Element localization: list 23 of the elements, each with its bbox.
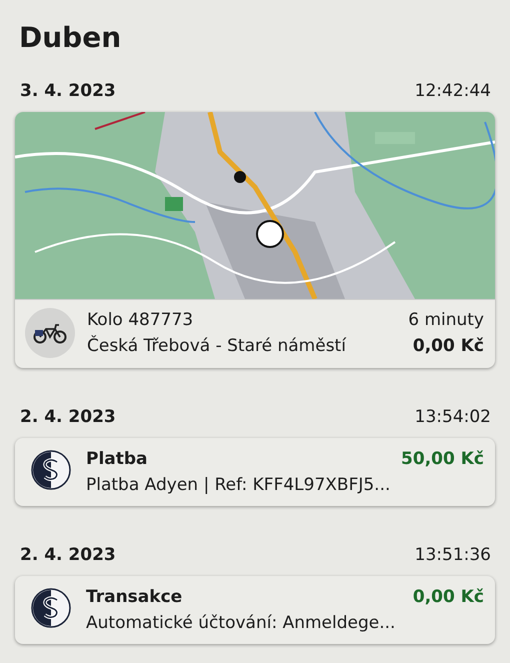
month-title: Duben: [19, 20, 122, 56]
transaction-card[interactable]: Transakce Automatické účtování: Anmeldege... 0,00 Kč: [15, 576, 495, 644]
ride-price: 0,00 Kč: [412, 335, 484, 357]
transaction-amount: 50,00 Kč: [401, 448, 484, 470]
transaction-title: Transakce: [86, 586, 184, 608]
ride-card[interactable]: Kolo 487773 Česká Třebová - Staré náměstí 6 minuty 0,00 Kč: [15, 112, 495, 368]
route-text: Česká Třebová - Staré náměstí: [87, 335, 348, 357]
transaction-card[interactable]: Platba Platba Adyen | Ref: KFF4L97XBFJ5... 50,00 Kč: [15, 438, 495, 506]
entry-date: 2. 4. 2023: [20, 544, 116, 566]
transaction-title: Platba: [86, 448, 149, 470]
entry-time: 13:54:02: [414, 406, 491, 428]
entry-time: 12:42:44: [414, 80, 491, 102]
currency-exchange-icon: [31, 588, 71, 628]
entry-date: 3. 4. 2023: [20, 80, 116, 102]
bicycle-icon: [33, 322, 67, 344]
currency-exchange-icon: [31, 450, 71, 490]
transaction-detail: Platba Adyen | Ref: KFF4L97XBFJ5...: [86, 474, 390, 496]
transaction-amount: 0,00 Kč: [412, 586, 484, 608]
ride-duration: 6 minuty: [408, 309, 484, 331]
transaction-detail: Automatické účtování: Anmeldege...: [86, 612, 396, 634]
entry-date: 2. 4. 2023: [20, 406, 116, 428]
entry-time: 13:51:36: [414, 544, 491, 566]
bike-number: Kolo 487773: [87, 309, 194, 331]
